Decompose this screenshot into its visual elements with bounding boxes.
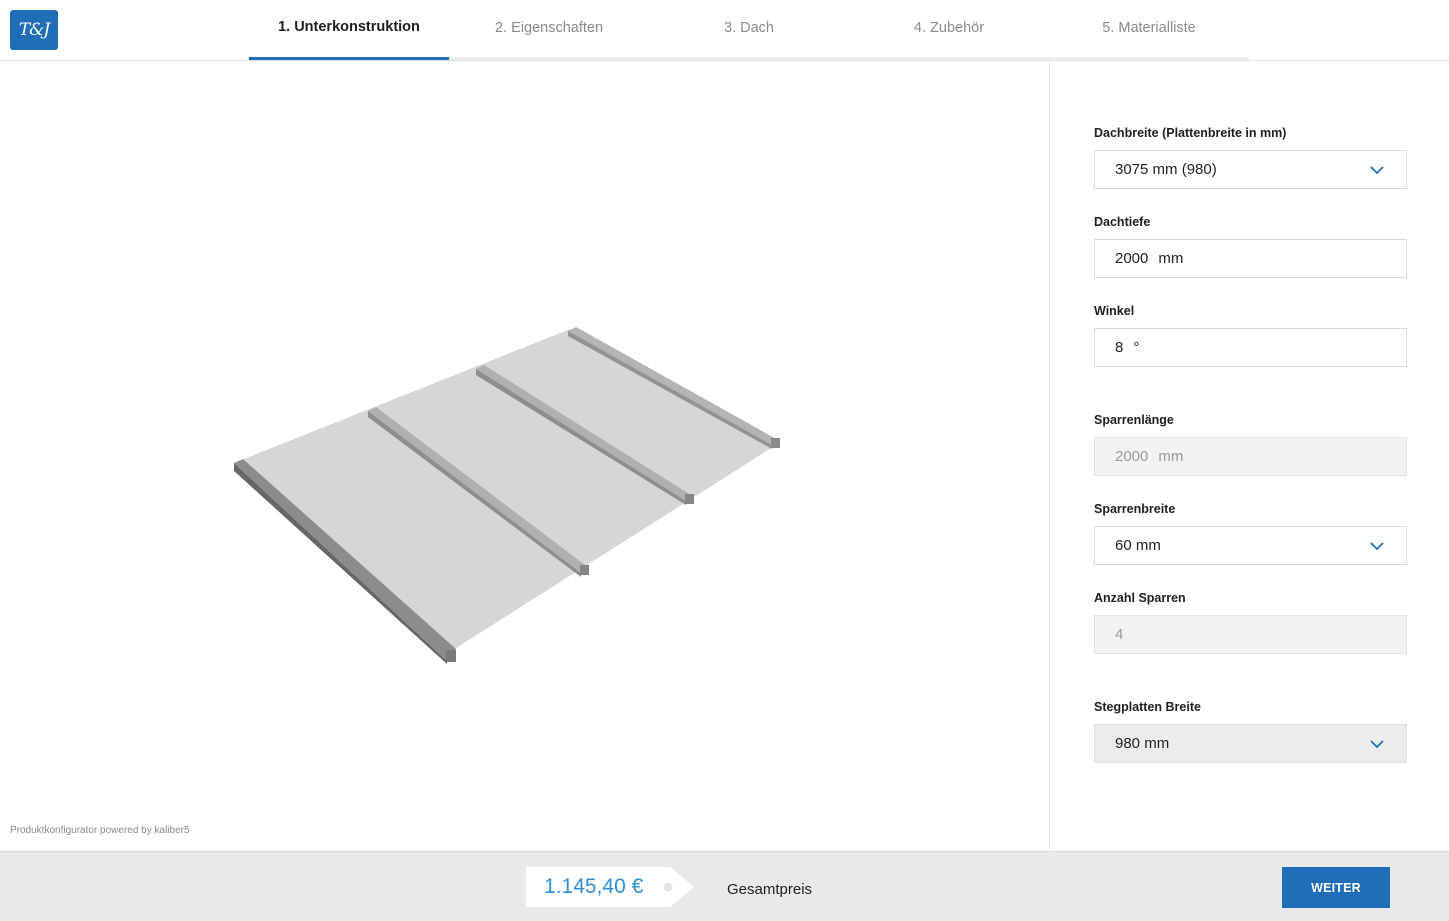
rafter-front-end bbox=[446, 650, 456, 662]
select-sparrenbreite[interactable]: 60 mm bbox=[1094, 526, 1407, 565]
input-sparrenlaenge-unit: mm bbox=[1158, 448, 1184, 465]
label-winkel: Winkel bbox=[1094, 304, 1135, 318]
input-anzahl-sparren-value: 4 bbox=[1115, 626, 1124, 643]
tab-materialliste[interactable]: 5. Materialliste bbox=[1049, 0, 1249, 60]
next-button[interactable]: WEITER bbox=[1282, 867, 1390, 908]
tab-dach[interactable]: 3. Dach bbox=[649, 0, 849, 60]
select-stegplatten-breite[interactable]: 980 mm bbox=[1094, 724, 1407, 763]
3d-viewer[interactable]: Produktkonfigurator powered by kaliber5 bbox=[0, 61, 1049, 851]
input-dachtiefe-value: 2000 bbox=[1115, 250, 1149, 267]
input-anzahl-sparren: 4 bbox=[1094, 615, 1407, 654]
tab-eigenschaften[interactable]: 2. Eigenschaften bbox=[449, 0, 649, 60]
chevron-down-icon bbox=[1370, 542, 1384, 551]
select-stegplatten-breite-value: 980 mm bbox=[1115, 735, 1170, 752]
roof-model bbox=[234, 327, 780, 664]
config-panel: Dachbreite (Plattenbreite in mm) 3075 mm… bbox=[1049, 61, 1449, 851]
top-bar: T&J 1. Unterkonstruktion 2. Eigenschafte… bbox=[0, 0, 1449, 61]
step-tabs: 1. Unterkonstruktion 2. Eigenschaften 3.… bbox=[249, 0, 1249, 60]
input-winkel[interactable]: 8 ° bbox=[1094, 328, 1407, 367]
input-sparrenlaenge-value: 2000 bbox=[1115, 448, 1149, 465]
input-dachtiefe-unit: mm bbox=[1158, 250, 1184, 267]
chevron-down-icon bbox=[1370, 166, 1384, 175]
price-tag: 1.145,40 € bbox=[526, 867, 694, 907]
select-dachbreite-value: 3075 mm (980) bbox=[1115, 161, 1217, 178]
label-anzahl-sparren: Anzahl Sparren bbox=[1094, 591, 1186, 605]
select-sparrenbreite-value: 60 mm bbox=[1115, 537, 1161, 554]
powered-by-note: Produktkonfigurator powered by kaliber5 bbox=[10, 825, 190, 836]
rafter-back-end bbox=[771, 438, 780, 448]
label-stegplatten-breite: Stegplatten Breite bbox=[1094, 700, 1201, 714]
input-sparrenlaenge: 2000 mm bbox=[1094, 437, 1407, 476]
roof-panel bbox=[234, 329, 776, 652]
rafter-middle-1-end bbox=[580, 565, 589, 575]
tab-zubehoer[interactable]: 4. Zubehör bbox=[849, 0, 1049, 60]
label-dachbreite: Dachbreite (Plattenbreite in mm) bbox=[1094, 126, 1287, 140]
label-dachtiefe: Dachtiefe bbox=[1094, 215, 1151, 229]
tab-unterkonstruktion[interactable]: 1. Unterkonstruktion bbox=[249, 0, 449, 60]
total-price: 1.145,40 € bbox=[544, 875, 644, 898]
price-footer: 1.145,40 € Gesamtpreis WEITER bbox=[0, 851, 1449, 921]
chevron-down-icon bbox=[1370, 740, 1384, 749]
input-winkel-value: 8 bbox=[1115, 339, 1124, 356]
logo-text: T&J bbox=[18, 20, 50, 40]
label-sparrenbreite: Sparrenbreite bbox=[1094, 502, 1176, 516]
input-dachtiefe[interactable]: 2000 mm bbox=[1094, 239, 1407, 278]
label-sparrenlaenge: Sparrenlänge bbox=[1094, 413, 1174, 427]
rafter-middle-2-end bbox=[685, 494, 694, 504]
select-dachbreite[interactable]: 3075 mm (980) bbox=[1094, 150, 1407, 189]
brand-logo[interactable]: T&J bbox=[10, 10, 58, 50]
total-price-label: Gesamtpreis bbox=[727, 881, 813, 898]
input-winkel-unit: ° bbox=[1133, 339, 1140, 356]
